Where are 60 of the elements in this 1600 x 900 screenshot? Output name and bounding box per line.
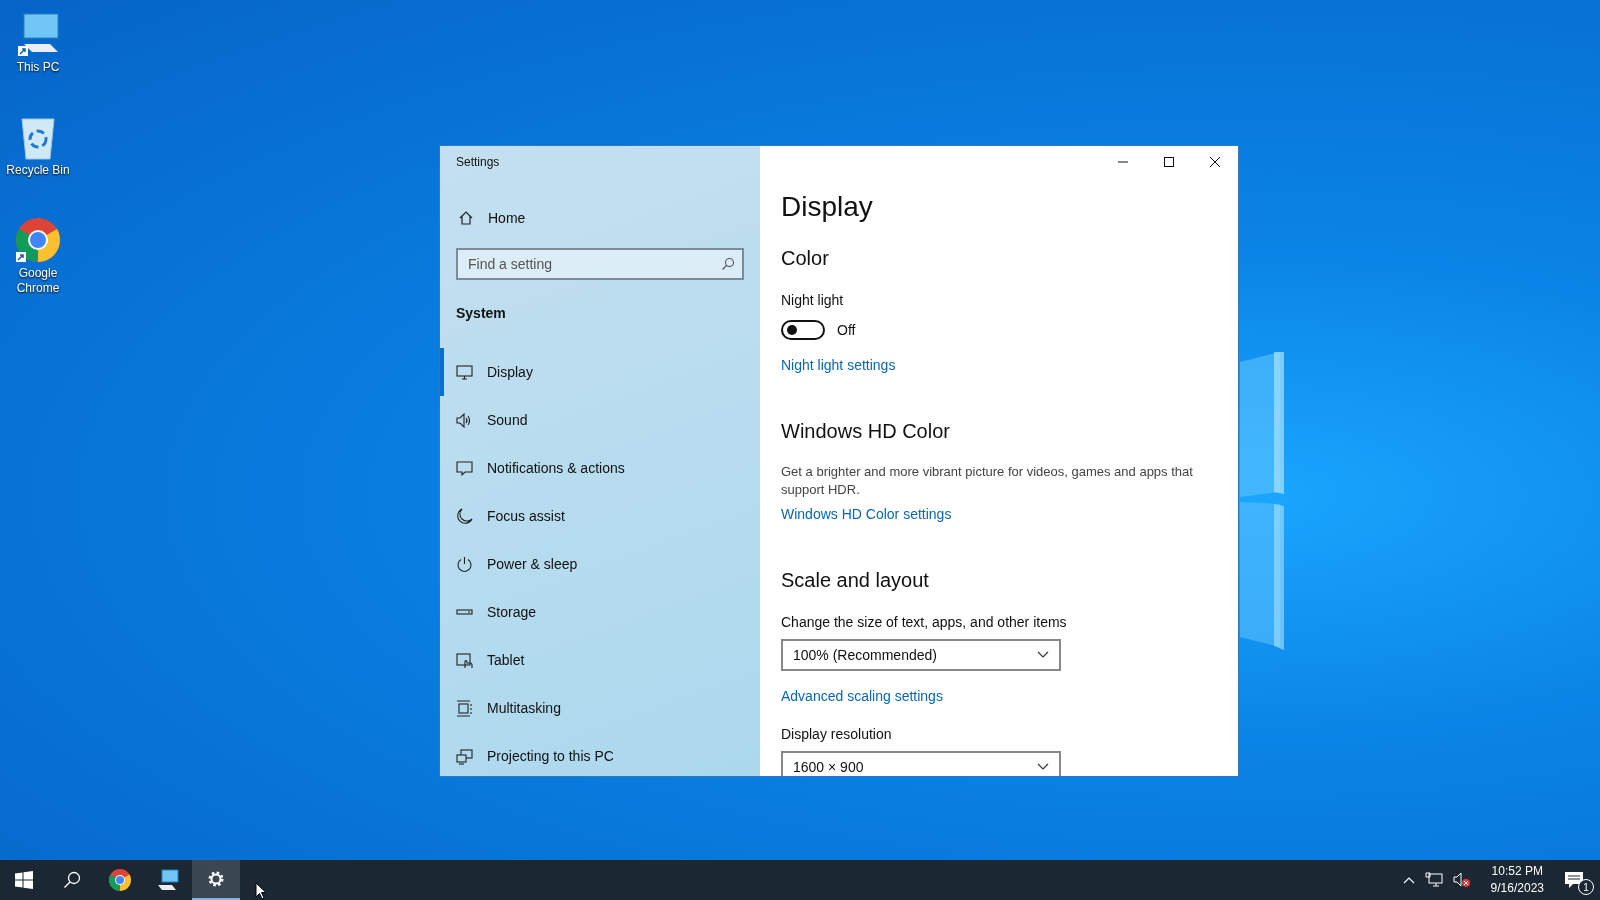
setting-label: Change the size of text, apps, and other items [781, 613, 1067, 631]
window-title: Settings [456, 155, 501, 169]
notification-badge: 1 [1578, 879, 1594, 895]
windows-logo-icon [15, 871, 33, 889]
page-title: Display [781, 190, 873, 224]
sidebar-item[interactable]: Focus assist [440, 492, 744, 540]
settings-link[interactable]: Advanced scaling settings [781, 687, 943, 705]
desktop-icon-label[interactable]: Recycle Bin [3, 163, 73, 178]
power-icon [456, 555, 473, 573]
section-heading: Windows HD Color [781, 419, 950, 444]
sidebar-item[interactable]: Projecting to this PC [440, 732, 744, 780]
section-heading: Scale and layout [781, 568, 929, 593]
search-icon [721, 257, 735, 271]
computer-icon [156, 868, 180, 892]
close-icon [1210, 157, 1220, 167]
setting-label: Night light [781, 291, 844, 309]
section-title: System [456, 305, 507, 321]
description-text: Get a brighter and more vibrant picture for videos, games and apps that support HDR. [781, 463, 1194, 499]
chrome-icon[interactable] [14, 216, 62, 264]
desktop-icon-label[interactable]: This PC [3, 60, 73, 75]
multitasking-icon [456, 699, 473, 717]
maximize-icon [1164, 157, 1174, 167]
action-center-icon[interactable] [1564, 871, 1584, 889]
dropdown[interactable]: 1600 × 900 [781, 751, 1061, 776]
clock-time[interactable]: 10:52 PM [1491, 863, 1543, 880]
desktop-icon-label[interactable]: Google Chrome [3, 266, 73, 296]
home-link[interactable]: Home [456, 210, 744, 226]
settings-link[interactable]: Windows HD Color settings [781, 505, 952, 523]
sidebar-item[interactable]: Storage [440, 588, 744, 636]
home-icon [458, 210, 474, 226]
sidebar-item[interactable]: Power & sleep [440, 540, 744, 588]
sidebar-item[interactable]: Notifications & actions [440, 444, 744, 492]
setting-label: Display resolution [781, 725, 892, 743]
speech-bubble-icon [456, 459, 473, 477]
volume-muted-icon[interactable] [1452, 872, 1471, 888]
moon-icon [456, 507, 473, 525]
gear-icon [206, 869, 226, 889]
sidebar-item[interactable]: Display [440, 348, 744, 396]
network-icon[interactable] [1424, 872, 1443, 888]
section-heading: Color [781, 246, 829, 271]
display-icon [456, 363, 473, 381]
search-field[interactable]: Find a setting [456, 248, 744, 280]
toggle-state: Off [837, 322, 856, 338]
chevron-down-icon [1037, 651, 1049, 659]
dropdown[interactable]: 100% (Recommended) [781, 639, 1061, 671]
sidebar-item[interactable]: Tablet [440, 636, 744, 684]
search-icon [63, 871, 81, 889]
settings-taskbar-button[interactable] [192, 860, 240, 900]
projecting-icon [456, 747, 473, 765]
speaker-icon [456, 411, 473, 429]
sidebar-item[interactable]: Multitasking [440, 684, 744, 732]
mouse-cursor-icon [255, 882, 267, 900]
clock-date[interactable]: 9/16/2023 [1490, 880, 1544, 897]
settings-link[interactable]: Night light settings [781, 356, 896, 374]
chrome-icon [108, 868, 132, 892]
toggle-switch[interactable] [781, 320, 825, 340]
chevron-down-icon [1037, 763, 1049, 771]
sidebar-item[interactable]: Sound [440, 396, 744, 444]
chevron-up-icon[interactable] [1402, 876, 1415, 884]
tablet-icon [456, 651, 473, 669]
